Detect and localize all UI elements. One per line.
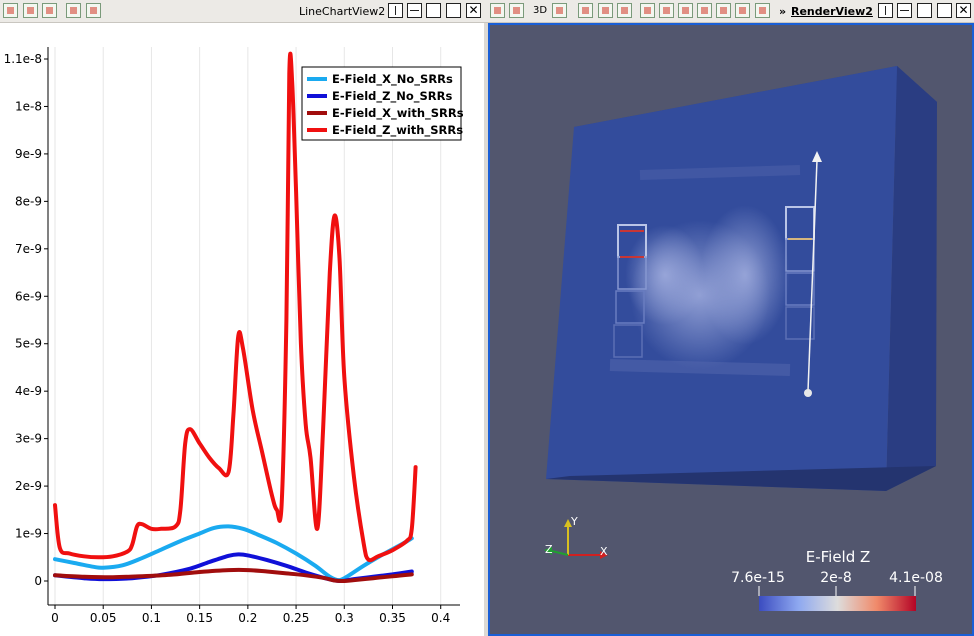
legend-label: E-Field_X_No_SRRs <box>332 72 453 87</box>
line-chart[interactable]: 0 0.05 0.1 0.15 0.2 0.25 0.3 0.35 0.4 0 1e-9 2e-9 3e… <box>0 23 484 636</box>
render-view-panel[interactable]: X Y Z E-Field Z 7.6e-15 2e-8 4.1e-08 <box>488 23 974 636</box>
line-chart-panel[interactable]: 0 0.05 0.1 0.15 0.2 0.25 0.3 0.35 0.4 0 1e-9 2e-9 3e… <box>0 23 484 636</box>
select-points-icon[interactable] <box>66 3 81 18</box>
scalar-bar-max-label: 4.1e-08 <box>889 570 943 586</box>
scalar-bar-min-label: 7.6e-15 <box>731 570 785 586</box>
render-view-prefix: » <box>779 5 787 18</box>
mode-3d-toggle[interactable]: 3D <box>533 5 547 16</box>
chart-legend[interactable]: E-Field_X_No_SRRs E-Field_Z_No_SRRs E-Fiel… <box>301 66 464 141</box>
split-vertical-button[interactable] <box>407 3 422 18</box>
chart-view-title[interactable]: LineChartView2 <box>299 5 385 18</box>
x-tick-label: 0.1 <box>142 611 161 625</box>
reset-camera-icon[interactable] <box>3 3 18 18</box>
x-tick-label: 0 <box>51 611 59 625</box>
orientation-axes: X Y Z <box>544 515 608 559</box>
zoom-to-box-icon[interactable] <box>42 3 57 18</box>
y-tick-label: 1.1e-8 <box>4 52 42 66</box>
y-tick-label: 3e-9 <box>15 432 42 446</box>
select-surface-points-icon[interactable] <box>659 3 674 18</box>
y-tick-label: 8e-9 <box>15 194 42 208</box>
y-tick-label: 7e-9 <box>15 242 42 256</box>
render-maximize-button[interactable] <box>917 3 932 18</box>
reset-view-icon[interactable] <box>578 3 593 18</box>
x-tick-label: 0.4 <box>431 611 450 625</box>
select-block-icon[interactable] <box>697 3 712 18</box>
legend-label: E-Field_Z_No_SRRs <box>332 89 453 104</box>
x-tick-label: 0.05 <box>90 611 117 625</box>
render-view-title[interactable]: RenderView2 <box>791 5 873 18</box>
restore-button[interactable] <box>446 3 461 18</box>
capture-icon[interactable] <box>552 3 567 18</box>
close-icon[interactable]: ✕ <box>466 3 481 18</box>
hover-points-icon[interactable] <box>735 3 750 18</box>
render-close-icon[interactable]: ✕ <box>956 3 971 18</box>
zoom-to-data-icon[interactable] <box>23 3 38 18</box>
y-tick-label: 9e-9 <box>15 147 42 161</box>
y-tick-label: 2e-9 <box>15 479 42 493</box>
zoom-data-icon[interactable] <box>598 3 613 18</box>
y-tick-label: 0 <box>34 574 42 588</box>
probe-start-handle[interactable] <box>804 389 812 397</box>
camera-link-icon[interactable] <box>509 3 524 18</box>
axis-x-label: X <box>600 545 608 558</box>
legend-label: E-Field_X_with_SRRs <box>332 106 464 121</box>
clear-selection-icon[interactable] <box>755 3 770 18</box>
y-tick-label: 5e-9 <box>15 337 42 351</box>
scalar-bar[interactable]: E-Field Z 7.6e-15 2e-8 4.1e-08 <box>731 548 943 611</box>
render-split-vertical-button[interactable] <box>897 3 912 18</box>
select-frustum-icon[interactable] <box>678 3 693 18</box>
split-horizontal-button[interactable] <box>388 3 403 18</box>
select-cells-icon[interactable] <box>86 3 101 18</box>
axis-z-label: Z <box>545 543 553 556</box>
render-scene[interactable]: X Y Z E-Field Z 7.6e-15 2e-8 4.1e-08 <box>490 25 972 634</box>
scalar-bar-mid-label: 2e-8 <box>820 570 851 586</box>
scalar-bar-title: E-Field Z <box>806 548 871 566</box>
interaction-icon[interactable] <box>490 3 505 18</box>
scalar-bar-gradient <box>759 596 916 611</box>
render-split-horizontal-button[interactable] <box>878 3 893 18</box>
axis-y-label: Y <box>570 515 578 528</box>
x-tick-label: 0.3 <box>335 611 354 625</box>
zoom-box-icon[interactable] <box>617 3 632 18</box>
y-tick-label: 4e-9 <box>15 384 42 398</box>
x-tick-label: 0.35 <box>379 611 406 625</box>
view-toolbar: LineChartView2 ✕ 3D » RenderView2 ✕ <box>0 0 974 23</box>
y-tick-label: 1e-8 <box>15 99 42 113</box>
x-tick-label: 0.2 <box>238 611 257 625</box>
select-surface-cells-icon[interactable] <box>640 3 655 18</box>
render-restore-button[interactable] <box>937 3 952 18</box>
legend-label: E-Field_Z_with_SRRs <box>332 123 463 138</box>
interactive-select-icon[interactable] <box>716 3 731 18</box>
y-tick-label: 6e-9 <box>15 289 42 303</box>
x-tick-label: 0.15 <box>186 611 213 625</box>
y-tick-label: 1e-9 <box>15 527 42 541</box>
x-tick-label: 0.25 <box>283 611 310 625</box>
maximize-button[interactable] <box>426 3 441 18</box>
